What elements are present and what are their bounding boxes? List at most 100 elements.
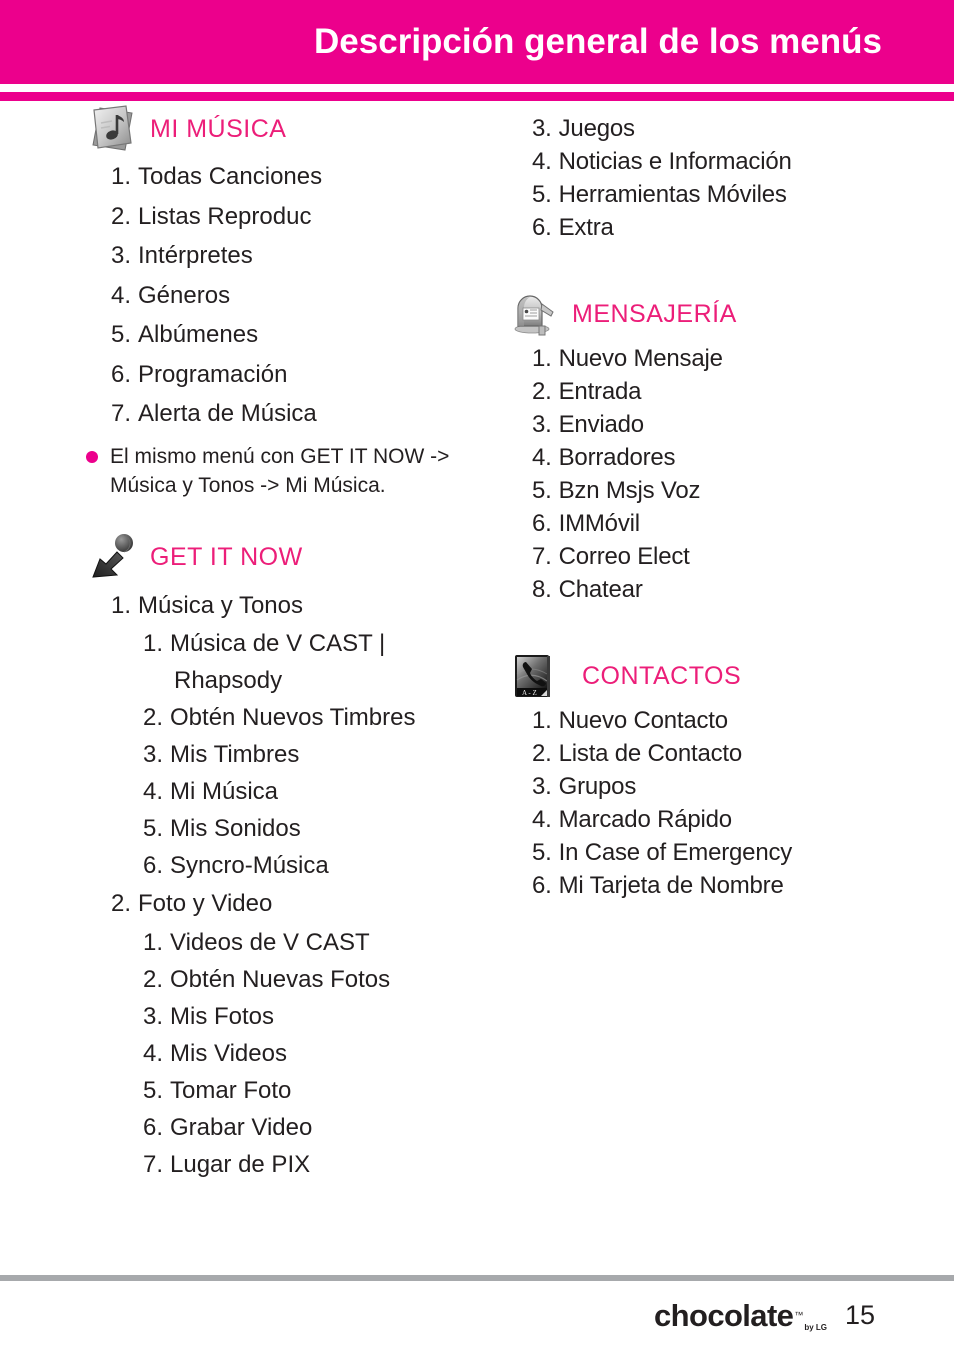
arrow-ball-icon (86, 532, 138, 584)
section-get-it-now: GET IT NOW 1. Música y Tonos 1. Música de … (86, 530, 486, 1183)
list-item[interactable]: 3. Grupos (508, 770, 928, 803)
item-label: In Case of Emergency (558, 839, 793, 866)
item-label: Música y Tonos (138, 591, 303, 619)
footer-divider (0, 1275, 954, 1281)
item-label: Intérpretes (138, 242, 253, 269)
list-item[interactable]: 4. Noticias e Información (508, 145, 928, 178)
item-label: IMMóvil (558, 510, 640, 537)
list-item[interactable]: 5. Tomar Foto (86, 1072, 486, 1109)
item-number: 1. (111, 591, 132, 619)
icon-az-label: A - Z (522, 689, 537, 697)
list-item[interactable]: 5. Bzn Msjs Voz (508, 474, 928, 507)
list-item[interactable]: 6. Mi Tarjeta de Nombre (508, 869, 928, 902)
item-label: Foto y Video (138, 890, 273, 917)
item-number: 6. (143, 1113, 164, 1141)
list-item[interactable]: 4. Borradores (508, 441, 928, 474)
item-number: 7. (111, 400, 132, 427)
item-label: Alerta de Música (138, 400, 317, 427)
item-number: 5. (143, 1076, 164, 1104)
item-label: Juegos (558, 115, 635, 142)
item-label: Grupos (558, 773, 637, 800)
list-item[interactable]: 5. Herramientas Móviles (508, 178, 928, 211)
section-header-mensajeria: MENSAJERÍA (508, 286, 928, 342)
list-item[interactable]: 3. Juegos (508, 112, 928, 145)
menu-list-get-it-now: 1. Música y Tonos 1. Música de V CAST | Rh… (86, 586, 486, 1183)
list-item[interactable]: 2. Foto y Video (86, 884, 486, 924)
list-item[interactable]: 6. Grabar Video (86, 1109, 486, 1146)
list-item[interactable]: 5. Mis Sonidos (86, 810, 486, 847)
page-body: MI MÚSICA 1. Todas Canciones 2. Listas Rep… (0, 101, 954, 1261)
item-number: 5. (143, 815, 164, 842)
item-number: 1. (111, 163, 132, 190)
list-item[interactable]: 6. Programación (86, 355, 486, 395)
list-item[interactable]: 5. Albúmenes (86, 315, 486, 355)
item-number: 3. (143, 1002, 164, 1030)
list-item[interactable]: 7. Alerta de Música (86, 394, 486, 434)
item-label: Videos de V CAST (170, 928, 370, 956)
list-item[interactable]: 6. Syncro-Música (86, 847, 486, 884)
list-item[interactable]: 1. Todas Canciones (86, 157, 486, 197)
list-item[interactable]: 3. Mis Fotos (86, 998, 486, 1035)
list-item[interactable]: 1. Videos de V CAST (86, 924, 486, 961)
item-label: Chatear (558, 576, 643, 603)
item-number: 2. (143, 704, 164, 731)
section-title-contactos: CONTACTOS (582, 661, 742, 690)
list-item[interactable]: 2. Obtén Nuevos Timbres (86, 699, 486, 736)
list-item[interactable]: 2. Lista de Contacto (508, 737, 928, 770)
item-number: 6. (111, 360, 132, 388)
item-number: 5. (532, 181, 552, 208)
list-item[interactable]: 2. Obtén Nuevas Fotos (86, 961, 486, 998)
item-label: Bzn Msjs Voz (558, 477, 701, 504)
menu-list-mi-musica: 1. Todas Canciones 2. Listas Reproduc 3. In… (86, 157, 486, 434)
list-item[interactable]: 4. Mi Música (86, 773, 486, 810)
list-item[interactable]: 2. Entrada (508, 375, 928, 408)
list-item[interactable]: 4. Marcado Rápido (508, 803, 928, 836)
item-label: Todas Canciones (138, 163, 323, 190)
item-number: 2. (532, 740, 552, 767)
logo-wordmark: chocolate (654, 1298, 794, 1333)
item-number: 4. (532, 806, 552, 833)
item-label: Lista de Contacto (558, 740, 743, 767)
list-item[interactable]: 6. IMMóvil (508, 507, 928, 540)
bullet-dot-icon (86, 450, 98, 463)
item-number: 1. (532, 345, 552, 372)
list-item[interactable]: 5. In Case of Emergency (508, 836, 928, 869)
trademark-symbol: ™ (794, 1310, 804, 1320)
item-label: Mis Timbres (170, 741, 300, 768)
section-title-get-it-now: GET IT NOW (150, 543, 303, 571)
list-item[interactable]: 1. Nuevo Contacto (508, 704, 928, 737)
item-label: Géneros (138, 281, 231, 309)
item-label: Herramientas Móviles (558, 181, 787, 208)
list-item[interactable]: 1. Nuevo Mensaje (508, 342, 928, 375)
page-header-banner: Descripción general de los menús (0, 0, 954, 84)
item-label: Syncro-Música (170, 852, 329, 879)
item-label: Correo Elect (558, 543, 690, 570)
list-item[interactable]: 3. Enviado (508, 408, 928, 441)
header-accent-bar (0, 92, 954, 101)
item-number: 6. (532, 872, 552, 899)
item-number: 2. (111, 202, 132, 230)
page-title: Descripción general de los menús (314, 22, 882, 61)
list-item[interactable]: 6. Extra (508, 211, 928, 244)
item-label: Entrada (558, 378, 642, 405)
item-label: Música de V CAST | (170, 630, 386, 657)
item-label: Tomar Foto (170, 1076, 292, 1104)
list-item[interactable]: 4. Mis Videos (86, 1035, 486, 1072)
list-item-continuation: Rhapsody (86, 662, 486, 699)
list-item[interactable]: 7. Correo Elect (508, 540, 928, 573)
list-item[interactable]: 3. Intérpretes (86, 236, 486, 276)
list-item[interactable]: 1. Música de V CAST | (86, 625, 486, 662)
item-label: Programación (138, 360, 288, 388)
list-item[interactable]: 8. Chatear (508, 573, 928, 606)
list-item[interactable]: 2. Listas Reproduc (86, 197, 486, 237)
list-item[interactable]: 4. Géneros (86, 276, 486, 316)
item-number: 3. (111, 242, 132, 269)
list-item[interactable]: 3. Mis Timbres (86, 736, 486, 773)
chocolate-logo: chocolate ™ by LG (654, 1298, 827, 1334)
list-item[interactable]: 1. Música y Tonos (86, 586, 486, 626)
item-label: Albúmenes (138, 321, 259, 348)
section-header-get-it-now: GET IT NOW (86, 530, 486, 586)
item-number: 2. (111, 890, 132, 917)
list-item[interactable]: 7. Lugar de PIX (86, 1146, 486, 1183)
page-number: 15 (845, 1300, 876, 1330)
